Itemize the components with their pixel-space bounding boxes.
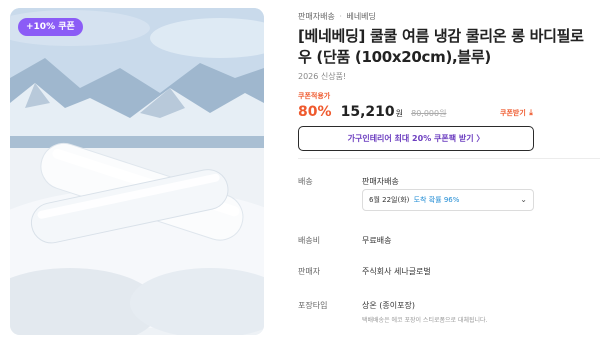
breadcrumb: 판매자배송 · 베네베딩 (298, 11, 376, 22)
original-price: 80,000원 (411, 109, 447, 118)
seller-label: 판매자 (298, 267, 321, 276)
packaging-note: 택배배송은 에코 포장이 스티로폼으로 대체됩니다. (362, 317, 488, 324)
sale-price: 15,210 (340, 104, 395, 120)
coupon-download-button[interactable]: 쿠폰받기 ⤓ (500, 108, 533, 118)
coupon-price-label: 쿠폰적용가 (298, 92, 331, 100)
currency-unit: 원 (395, 109, 404, 118)
product-title: [베네베딩] 쿨쿨 여름 냉감 쿨리온 롱 바디필로우 (단품 (100x20c… (298, 27, 584, 66)
section-divider (298, 158, 600, 159)
delivery-date: 6월 22일(화) (369, 196, 410, 204)
snow-pillow-photo (10, 8, 264, 335)
product-info-panel: 판매자배송 · 베네베딩 [베네베딩] 쿨쿨 여름 냉감 쿨리온 롱 바디필로우… (298, 0, 600, 337)
shipping-label: 배송 (298, 177, 313, 186)
delivery-date-select[interactable]: 6월 22일(화) 도착 확률 96% ⌄ (362, 189, 534, 211)
coupon-badge: +10% 쿠폰 (18, 18, 83, 36)
breadcrumb-shipping-type[interactable]: 판매자배송 (298, 12, 335, 21)
packaging-label: 포장타입 (298, 301, 328, 310)
packaging-value: 상온 (종이포장) (362, 301, 415, 310)
breadcrumb-brand[interactable]: 베네베딩 (346, 12, 375, 21)
breadcrumb-separator: · (339, 12, 342, 21)
coupon-pack-button[interactable]: 가구인테리어 최대 20% 쿠폰팩 받기 〉 (298, 126, 534, 151)
product-subtitle: 2026 신상품! (298, 72, 347, 81)
shipping-fee-value: 무료배송 (362, 236, 392, 245)
seller-value[interactable]: 주식회사 세나글로벌 (362, 266, 431, 277)
shipping-fee-label: 배송비 (298, 236, 321, 245)
chevron-down-icon: ⌄ (520, 195, 527, 204)
shipping-value: 판매자배송 (362, 177, 399, 186)
delivery-eta: 도착 확률 96% (413, 196, 460, 204)
discount-rate: 80% (298, 104, 332, 120)
product-main-image[interactable]: +10% 쿠폰 (10, 8, 264, 335)
download-icon: ⤓ (529, 108, 533, 117)
coupon-download-label: 쿠폰받기 (500, 109, 526, 117)
